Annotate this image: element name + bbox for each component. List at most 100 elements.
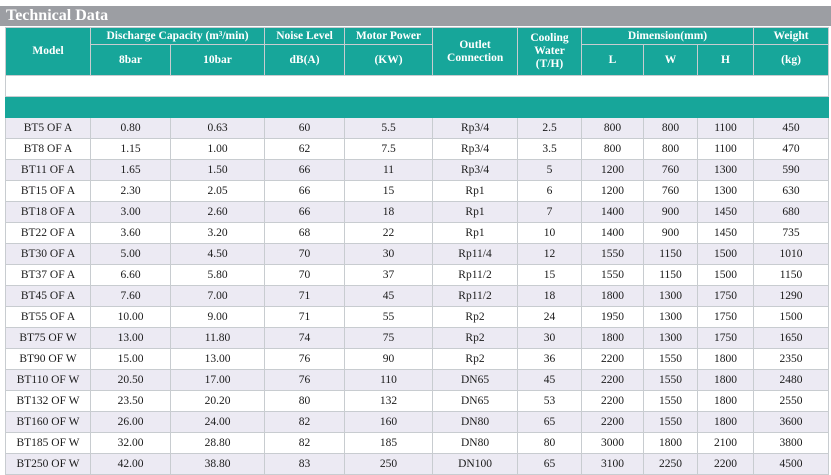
header-noise-level: Noise Level [264, 27, 346, 45]
cell-cooling-water: 45 [517, 369, 583, 391]
cell-motor-power: 132 [344, 390, 434, 412]
cell-dimension-l: 800 [581, 138, 645, 160]
cell-outlet-connection: DN65 [432, 390, 519, 412]
table-row: BT5 OF A 0.80 0.63 60 5.5 Rp3/4 2.5 800 800 1100 4… [5, 117, 830, 139]
cell-cooling-water: 15 [517, 264, 583, 286]
cell-noise-level: 71 [264, 306, 346, 328]
cell-dimension-h: 1800 [697, 348, 755, 370]
cell-dimension-w: 1550 [643, 390, 699, 412]
table-row: BT15 OF A 2.30 2.05 66 15 Rp1 6 1200 760 1300 630 [5, 180, 830, 202]
cell-weight: 2550 [753, 390, 830, 412]
cell-cooling-water: 80 [517, 432, 583, 454]
cell-dimension-l: 1950 [581, 306, 645, 328]
cell-discharge-10bar: 7.00 [169, 285, 266, 307]
cell-cooling-water: 5 [517, 159, 583, 181]
cell-model: BT5 OF A [5, 117, 91, 139]
cell-discharge-10bar: 2.60 [169, 201, 266, 223]
cell-dimension-h: 1500 [697, 264, 755, 286]
cell-dimension-w: 1550 [643, 369, 699, 391]
cell-discharge-10bar: 17.00 [169, 369, 266, 391]
cell-weight: 630 [753, 180, 830, 202]
cell-cooling-water: 36 [517, 348, 583, 370]
cell-discharge-8bar: 32.00 [90, 432, 171, 454]
cell-model: BT160 OF W [5, 411, 91, 433]
cell-noise-level: 66 [264, 201, 346, 223]
cell-cooling-water: 2.5 [517, 117, 583, 139]
cell-noise-level: 82 [264, 432, 346, 454]
cell-weight: 470 [753, 138, 830, 160]
header-outlet-connection: Outlet Connection [432, 27, 519, 76]
cell-dimension-w: 760 [643, 159, 699, 181]
table-row: BT37 OF A 6.60 5.80 70 37 Rp11/2 15 1550 1150 150… [5, 264, 830, 286]
cell-cooling-water: 65 [517, 411, 583, 433]
table-row: BT250 OF W 42.00 38.80 83 250 DN100 65 3100 2250… [5, 453, 830, 475]
cell-cooling-water: 7 [517, 201, 583, 223]
cell-cooling-water: 18 [517, 285, 583, 307]
cell-weight: 590 [753, 159, 830, 181]
cell-noise-level: 71 [264, 285, 346, 307]
table-row: BT45 OF A 7.60 7.00 71 45 Rp11/2 18 1800 1300 175… [5, 285, 830, 307]
cell-discharge-8bar: 3.00 [90, 201, 171, 223]
cell-dimension-w: 800 [643, 117, 699, 139]
section-band-row [4, 96, 830, 118]
table-header: Model Discharge Capacity (m³/min) Noise … [5, 27, 830, 76]
cell-motor-power: 185 [344, 432, 434, 454]
cell-dimension-w: 1150 [643, 264, 699, 286]
cell-motor-power: 55 [344, 306, 434, 328]
cell-dimension-w: 1300 [643, 285, 699, 307]
cell-model: BT8 OF A [5, 138, 91, 160]
header-dimension-l: L [581, 44, 645, 76]
cell-dimension-l: 3000 [581, 432, 645, 454]
cell-model: BT37 OF A [5, 264, 91, 286]
cell-outlet-connection: Rp2 [432, 327, 519, 349]
cell-cooling-water: 53 [517, 390, 583, 412]
cell-cooling-water: 24 [517, 306, 583, 328]
cell-weight: 3600 [753, 411, 830, 433]
cell-motor-power: 22 [344, 222, 434, 244]
cell-dimension-h: 1750 [697, 327, 755, 349]
cell-outlet-connection: DN100 [432, 453, 519, 475]
cell-dimension-h: 1750 [697, 306, 755, 328]
cell-dimension-l: 2200 [581, 411, 645, 433]
cell-weight: 4500 [753, 453, 830, 475]
cell-cooling-water: 10 [517, 222, 583, 244]
cell-discharge-10bar: 38.80 [169, 453, 266, 475]
header-dba: dB(A) [264, 44, 346, 76]
cell-dimension-h: 1100 [697, 117, 755, 139]
cell-noise-level: 83 [264, 453, 346, 475]
cell-dimension-w: 900 [643, 222, 699, 244]
cell-discharge-10bar: 28.80 [169, 432, 266, 454]
cell-model: BT90 OF W [5, 348, 91, 370]
cell-dimension-w: 1300 [643, 306, 699, 328]
cell-dimension-l: 1400 [581, 201, 645, 223]
cell-discharge-8bar: 5.00 [90, 243, 171, 265]
cell-discharge-10bar: 20.20 [169, 390, 266, 412]
cell-model: BT45 OF A [5, 285, 91, 307]
table-row: BT18 OF A 3.00 2.60 66 18 Rp1 7 1400 900 1450 680 [5, 201, 830, 223]
header-discharge-capacity: Discharge Capacity (m³/min) [89, 27, 266, 45]
cell-noise-level: 60 [264, 117, 346, 139]
cell-cooling-water: 12 [517, 243, 583, 265]
cell-weight: 1150 [753, 264, 830, 286]
cell-dimension-w: 900 [643, 201, 699, 223]
cell-outlet-connection: Rp11/2 [432, 285, 519, 307]
table-row: BT75 OF W 13.00 11.80 74 75 Rp2 30 1800 1300 1750… [5, 327, 830, 349]
cell-outlet-connection: DN80 [432, 411, 519, 433]
cell-outlet-connection: Rp2 [432, 348, 519, 370]
spacer-cell [4, 75, 830, 97]
cell-discharge-8bar: 1.15 [90, 138, 171, 160]
cell-noise-level: 76 [264, 348, 346, 370]
cell-motor-power: 18 [344, 201, 434, 223]
section-band-cell [4, 96, 830, 118]
cell-noise-level: 74 [264, 327, 346, 349]
cell-dimension-l: 2200 [581, 348, 645, 370]
table-row: BT30 OF A 5.00 4.50 70 30 Rp11/4 12 1550 1150 150… [5, 243, 830, 265]
cell-discharge-10bar: 4.50 [169, 243, 266, 265]
cell-cooling-water: 65 [517, 453, 583, 475]
cell-discharge-8bar: 10.00 [90, 306, 171, 328]
technical-data-table: Model Discharge Capacity (m³/min) Noise … [4, 27, 830, 475]
cell-discharge-8bar: 2.30 [90, 180, 171, 202]
cell-dimension-l: 1200 [581, 180, 645, 202]
cell-noise-level: 62 [264, 138, 346, 160]
cell-weight: 450 [753, 117, 830, 139]
